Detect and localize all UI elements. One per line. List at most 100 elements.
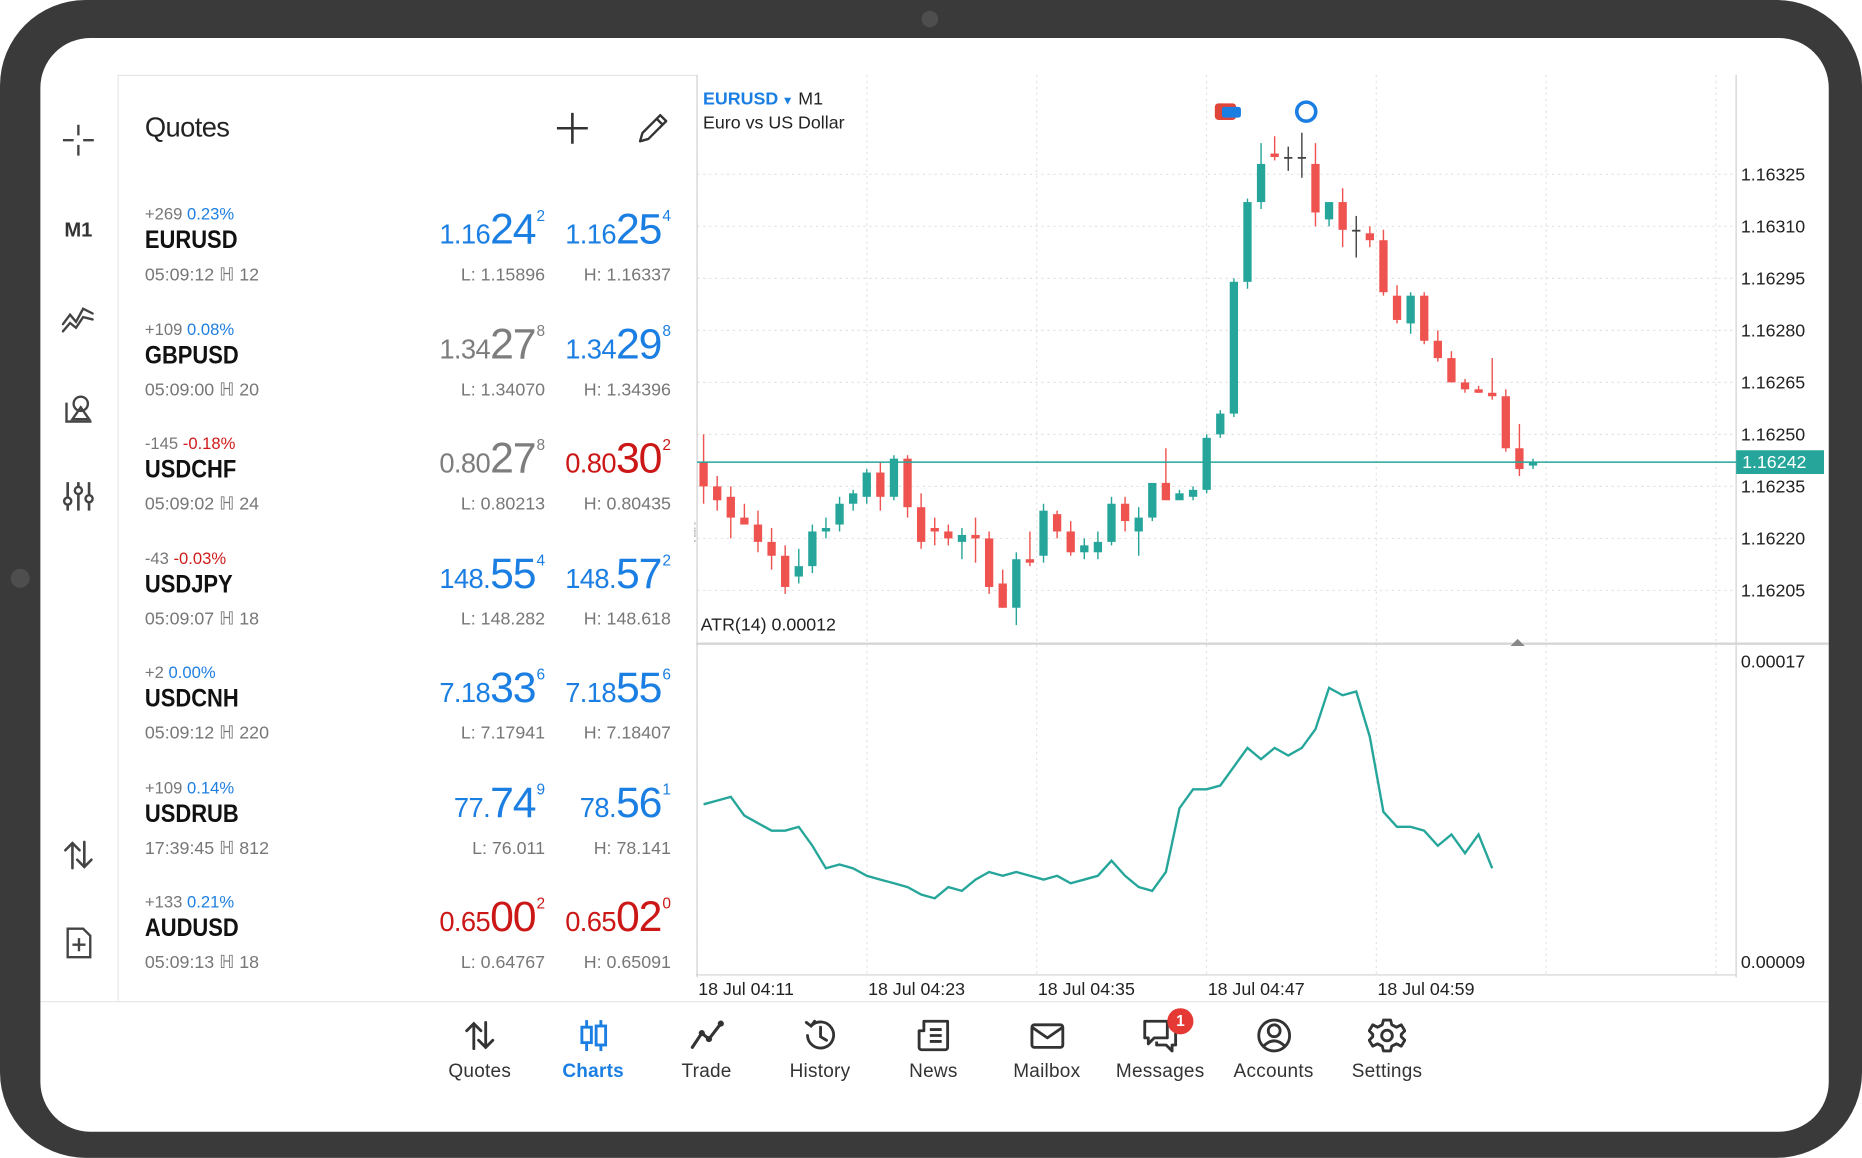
- trade-arrows-icon[interactable]: [52, 829, 104, 881]
- nav-news[interactable]: News: [876, 1009, 990, 1092]
- ask-price[interactable]: 7.18556: [565, 663, 671, 715]
- change-text: -43 -0.03%: [145, 548, 226, 567]
- ask-price[interactable]: 148.572: [565, 548, 671, 600]
- nav-history[interactable]: History: [763, 1009, 877, 1092]
- nav-label: Trade: [681, 1061, 732, 1082]
- candle-body: [1474, 389, 1483, 393]
- nav-settings[interactable]: Settings: [1330, 1009, 1444, 1092]
- ask-price[interactable]: 1.16254: [565, 204, 671, 256]
- candlestick-chart-icon: [579, 1020, 607, 1051]
- bid-price[interactable]: 1.34278: [439, 319, 545, 371]
- candle-body: [1093, 541, 1103, 553]
- low-price: L: 0.80213: [460, 494, 546, 515]
- quote-row-eurusd[interactable]: +269 0.23% EURUSD 05:09:12 ℍ 12 1.16242 1.16…: [119, 190, 697, 304]
- spread-icon: ℍ: [219, 608, 240, 629]
- candle-body: [1243, 202, 1252, 282]
- chart-area[interactable]: 1.16325 1.16310 1.16295 1.16280 1.16265 1.162…: [695, 74, 1829, 1001]
- price-axis-label: 1.16235: [1741, 476, 1805, 496]
- change-text: +269 0.23%: [145, 204, 234, 223]
- candle-body: [998, 583, 1007, 608]
- nav-quotes[interactable]: Quotes: [423, 1009, 537, 1092]
- time-value: 05:09:07: [144, 608, 220, 629]
- quote-time: 05:09:00 ℍ 20: [145, 378, 259, 399]
- quote-row-usdjpy[interactable]: -43 -0.03% USDJPY 05:09:07 ℍ 18 148.554 148.…: [119, 534, 697, 648]
- quote-row-gbpusd[interactable]: +109 0.08% GBPUSD 05:09:00 ℍ 20 1.34278 1.34…: [119, 305, 697, 419]
- candle-body: [1216, 413, 1225, 435]
- price-axis-label: 1.16250: [1741, 424, 1805, 444]
- nav-charts[interactable]: Charts: [536, 1009, 650, 1092]
- chart-timeframe: M1: [798, 89, 824, 110]
- quote-time: 05:09:07 ℍ 18: [144, 607, 259, 629]
- nav-trade[interactable]: Trade: [650, 1009, 764, 1092]
- nav-accounts[interactable]: Accounts: [1217, 1009, 1331, 1092]
- bid-price[interactable]: 0.80278: [439, 433, 545, 485]
- quote-row-usdrub[interactable]: +109 0.14% USDRUB 17:39:45 ℍ 812 77.749 78.5…: [119, 763, 697, 877]
- candle-body: [713, 486, 722, 501]
- candle-body: [1460, 382, 1470, 390]
- candle-body: [1161, 482, 1171, 501]
- candle-body: [957, 534, 967, 542]
- bid-price[interactable]: 148.554: [439, 548, 545, 600]
- nav-messages[interactable]: Messages 1: [1103, 1008, 1217, 1092]
- high-price: H: 0.80435: [583, 494, 671, 515]
- chart-settings-sliders-icon[interactable]: [52, 470, 104, 522]
- spread-icon: ℍ: [219, 837, 240, 858]
- nav-label: History: [789, 1061, 851, 1082]
- indicators-icon[interactable]: [52, 292, 104, 344]
- bid-price[interactable]: 1.16242: [439, 204, 545, 256]
- low-price: L: 76.011: [472, 837, 546, 858]
- candle-body: [1052, 514, 1062, 532]
- low-price: L: 148.282: [460, 608, 546, 629]
- new-order-document-icon[interactable]: [52, 917, 104, 969]
- timeframe-button[interactable]: M1: [52, 204, 104, 256]
- candle-body: [821, 528, 831, 532]
- candle-body: [1488, 392, 1497, 397]
- atr-axis-label: 0.00009: [1741, 952, 1805, 972]
- candle-body: [1379, 240, 1388, 293]
- ask-price[interactable]: 0.65020: [565, 892, 671, 944]
- accounts-person-icon: [1256, 1018, 1291, 1053]
- candle-body: [1066, 531, 1075, 553]
- spread-icon: ℍ: [219, 952, 240, 973]
- ask-price[interactable]: 1.34298: [565, 319, 671, 371]
- candle-body: [781, 555, 790, 587]
- bid-price[interactable]: 7.18336: [439, 663, 545, 715]
- nav-mailbox[interactable]: Mailbox: [990, 1009, 1104, 1092]
- tablet-frame: M1 Quotes +269 0.23% EURUSD 05:09:12 ℍ 1…: [0, 0, 1862, 1158]
- candle-body: [862, 472, 871, 497]
- ask-price-fraction: 8: [662, 321, 671, 340]
- time-axis-label: 18 Jul 04:23: [868, 979, 965, 999]
- high-price: H: 1.34396: [583, 379, 671, 400]
- spread-icon: ℍ: [219, 494, 240, 515]
- symbol-dropdown-icon[interactable]: ▼: [782, 95, 794, 108]
- edit-pencil-icon[interactable]: [632, 107, 675, 150]
- bid-price-prefix: 0.80: [439, 447, 491, 479]
- add-symbol-icon[interactable]: [551, 107, 594, 150]
- ask-price[interactable]: 78.561: [580, 777, 671, 829]
- candle-body: [930, 528, 939, 532]
- atr-line: [703, 686, 1494, 900]
- bid-price-fraction: 2: [536, 206, 546, 225]
- candle-body: [1406, 295, 1415, 324]
- candle-body: [835, 503, 844, 525]
- bid-price-pips: 55: [490, 548, 536, 597]
- ask-price[interactable]: 0.80302: [565, 433, 671, 485]
- chart-symbol[interactable]: EURUSD: [703, 89, 778, 109]
- bid-price[interactable]: 77.749: [454, 777, 545, 829]
- chart-canvas[interactable]: 1.16325 1.16310 1.16295 1.16280 1.16265 1.162…: [695, 74, 1829, 1001]
- bid-price-fraction: 2: [536, 894, 546, 912]
- candle-body: [1338, 202, 1347, 230]
- chart-toolbar: M1: [40, 38, 116, 1000]
- change-percent: 0.21%: [186, 891, 235, 911]
- quote-row-usdchf[interactable]: -145 -0.18% USDCHF 05:09:02 ℍ 24 0.80278 0.8…: [119, 419, 697, 533]
- quote-row-audusd[interactable]: +133 0.21% AUDUSD 05:09:13 ℍ 18 0.65002 0.65…: [119, 878, 697, 992]
- objects-icon[interactable]: [52, 382, 104, 434]
- candle-body: [1501, 396, 1510, 449]
- symbol-name: AUDUSD: [144, 914, 239, 942]
- price-axis-label: 1.16310: [1741, 216, 1805, 236]
- bid-price-prefix: 0.65: [439, 906, 491, 937]
- bid-price[interactable]: 0.65002: [439, 892, 545, 944]
- quote-row-usdcnh[interactable]: +2 0.00% USDCNH 05:09:12 ℍ 220 7.18336 7.185…: [119, 648, 697, 762]
- ask-price-fraction: 6: [662, 665, 671, 683]
- crosshair-icon[interactable]: [52, 114, 104, 166]
